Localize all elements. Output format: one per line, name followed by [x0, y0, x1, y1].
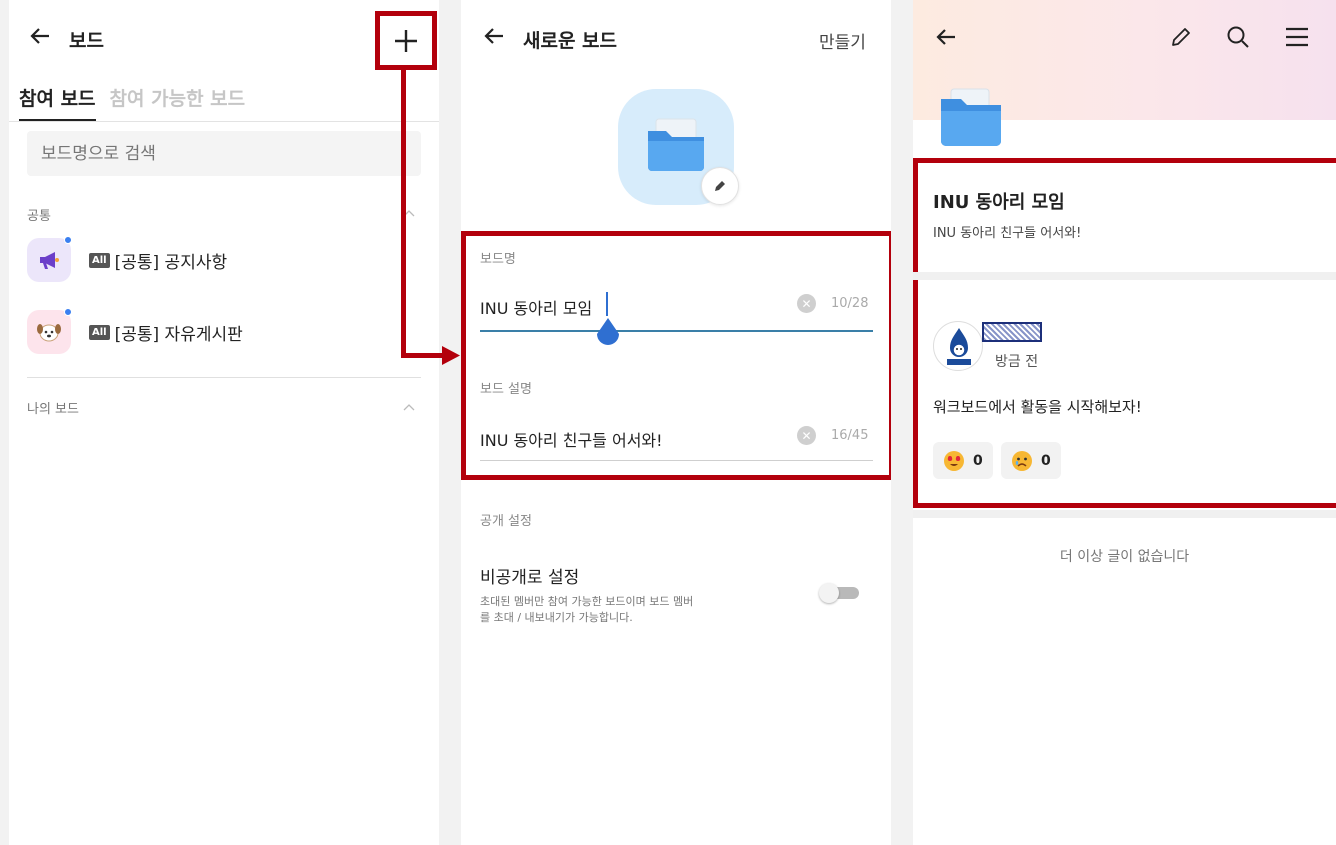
board-desc-label: 보드 설명 — [480, 382, 532, 397]
avatar[interactable] — [933, 321, 983, 371]
char-count: 16/45 — [831, 428, 869, 443]
boards-list-panel: 보드 참여 보드 참여 가능한 보드 공통 All [공통] 공지사항 All … — [9, 0, 439, 845]
private-setting-desc: 초대된 멤버만 참여 가능한 보드이며 보드 멤버 — [480, 595, 694, 608]
text-cursor — [606, 292, 608, 316]
plus-icon — [395, 29, 417, 52]
board-name: [공통] 자유게시판 — [114, 324, 243, 345]
private-setting-title: 비공개로 설정 — [480, 568, 580, 588]
section-gap — [913, 272, 1336, 280]
section-label-my-boards: 나의 보드 — [27, 402, 79, 417]
visibility-section-label: 공개 설정 — [480, 514, 532, 529]
private-setting-desc: 를 초대 / 내보내기가 가능합니다. — [480, 611, 633, 624]
section-divider — [27, 377, 421, 378]
all-badge: All — [89, 252, 110, 268]
text-handle-icon[interactable] — [595, 318, 621, 354]
private-toggle[interactable] — [819, 583, 861, 603]
heart-eyes-emoji-icon — [944, 450, 964, 471]
reaction-button-sad[interactable]: 0 — [1001, 442, 1061, 479]
dog-icon — [27, 308, 72, 354]
menu-icon[interactable] — [1285, 26, 1309, 52]
add-board-button[interactable] — [375, 11, 437, 70]
input-underline — [480, 330, 873, 332]
page-title: 새로운 보드 — [523, 30, 618, 52]
back-arrow-icon[interactable] — [29, 25, 51, 52]
board-detail-panel: INU 동아리 모임 INU 동아리 친구들 어서와! 방금 전 워크보드에서 … — [913, 0, 1336, 845]
new-board-panel: 새로운 보드 만들기 보드명 INU 동아리 모임 ✕ 10/28 보드 설명 … — [461, 0, 891, 845]
board-item-notice[interactable]: All [공통] 공지사항 — [27, 236, 228, 282]
board-title: INU 동아리 모임 — [933, 192, 1065, 213]
char-count: 10/28 — [831, 296, 869, 311]
clear-icon[interactable]: ✕ — [797, 426, 816, 445]
boards-header: 보드 — [9, 0, 439, 76]
sad-emoji-icon — [1012, 450, 1032, 471]
back-arrow-icon[interactable] — [935, 26, 957, 52]
clear-icon[interactable]: ✕ — [797, 294, 816, 313]
pencil-icon — [715, 181, 725, 191]
reaction-count: 0 — [1041, 452, 1051, 469]
post-body: 워크보드에서 활동을 시작해보자! — [933, 398, 1142, 416]
reaction-count: 0 — [973, 452, 983, 469]
author-name-redacted — [982, 322, 1042, 342]
board-search-input[interactable] — [27, 131, 421, 176]
section-gap — [913, 510, 1336, 518]
board-name: [공통] 공지사항 — [114, 252, 228, 273]
input-underline — [480, 460, 873, 461]
page-title: 보드 — [69, 30, 104, 52]
create-button[interactable]: 만들기 — [819, 28, 866, 53]
pencil-icon[interactable] — [1169, 25, 1193, 53]
board-name-label: 보드명 — [480, 252, 516, 267]
connector-line — [401, 353, 444, 358]
board-description: INU 동아리 친구들 어서와! — [933, 226, 1082, 241]
back-arrow-icon[interactable] — [483, 25, 505, 52]
reaction-button-love[interactable]: 0 — [933, 442, 993, 479]
all-badge: All — [89, 324, 110, 340]
tab-divider — [9, 121, 439, 122]
section-label-common: 공통 — [27, 209, 51, 224]
search-icon[interactable] — [1226, 25, 1250, 53]
end-of-feed-message: 더 이상 글이 없습니다 — [1059, 549, 1190, 565]
board-name-input[interactable]: INU 동아리 모임 — [480, 295, 592, 319]
connector-line — [401, 70, 406, 358]
tab-joined-boards[interactable]: 참여 보드 — [19, 84, 96, 121]
folder-icon — [937, 83, 1007, 157]
post-time: 방금 전 — [995, 354, 1039, 370]
megaphone-icon — [27, 236, 72, 282]
edit-icon-button[interactable] — [701, 167, 739, 205]
board-tabs: 참여 보드 참여 가능한 보드 — [19, 84, 245, 121]
tab-available-boards[interactable]: 참여 가능한 보드 — [110, 84, 246, 121]
chevron-up-icon[interactable] — [403, 400, 415, 414]
board-desc-input[interactable]: INU 동아리 친구들 어서와! — [480, 427, 663, 451]
board-item-free[interactable]: All [공통] 자유게시판 — [27, 308, 243, 354]
connector-arrow-icon — [442, 346, 460, 369]
